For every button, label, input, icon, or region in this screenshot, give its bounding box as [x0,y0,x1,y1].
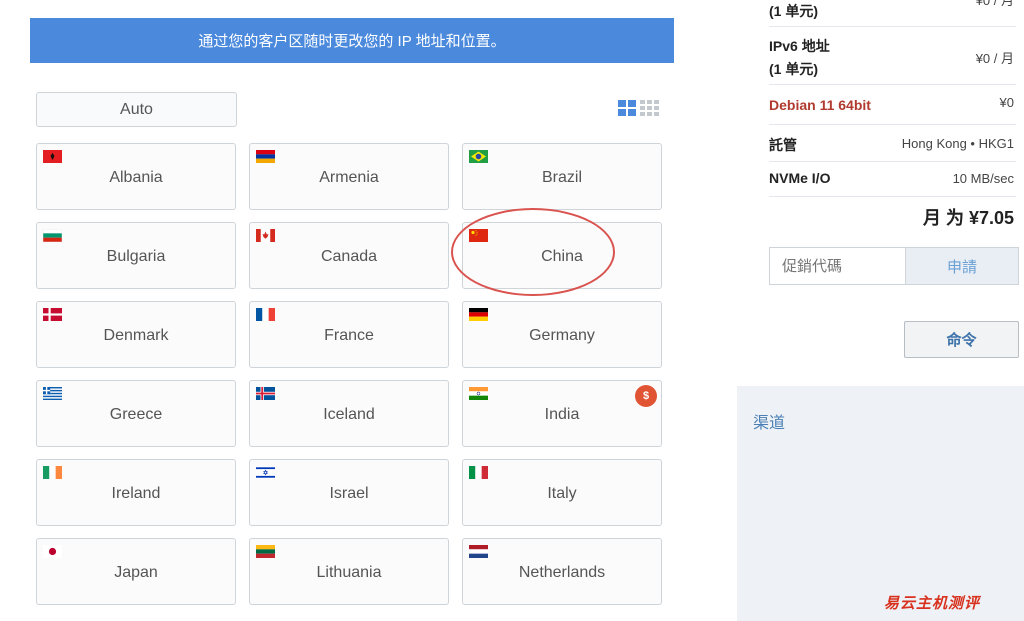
japan-flag-icon [43,545,62,558]
ireland-flag-icon [43,466,62,479]
country-card-germany[interactable]: Germany [462,301,662,368]
summary-row-nvme: NVMe I/O 10 MB/sec [769,162,1016,197]
country-name: Netherlands [518,563,606,581]
promo-code-input[interactable] [769,247,905,285]
country-name: Japan [114,563,158,581]
italy-flag-icon [469,466,488,479]
country-name: Brazil [541,168,582,186]
summary-row-value: Hong Kong • HKG1 [901,136,1014,151]
country-card-greece[interactable]: Greece [36,380,236,447]
summary-row-value: ¥0 [999,95,1014,110]
summary-row-value: 10 MB/sec [952,171,1014,186]
country-name: India [544,405,580,423]
summary-row-label: (1 单元) [769,61,818,77]
large-grid-icon[interactable] [618,100,636,116]
country-name: Ireland [111,484,161,502]
summary-row-value: ¥0 / 月 [975,0,1014,8]
summary-row-ipv6: IPv6 地址 (1 单元) ¥0 / 月 [769,27,1016,85]
summary-row-location: 託管 Hong Kong • HKG1 [769,125,1016,162]
greece-flag-icon [43,387,62,400]
country-card-netherlands[interactable]: Netherlands [462,538,662,605]
country-name: Germany [529,326,595,344]
canada-flag-icon [256,229,275,242]
view-toggle[interactable] [618,100,659,116]
country-grid: Albania Armenia Brazil Bulgaria Canada C… [36,143,662,605]
france-flag-icon [256,308,275,321]
order-button[interactable]: 命令 [904,321,1019,358]
summary-row-label: 託管 [769,137,797,153]
country-name: Lithuania [316,563,382,581]
bulgaria-flag-icon [43,229,62,242]
israel-flag-icon [256,466,275,479]
germany-flag-icon [469,308,488,321]
premium-badge-icon: $ [635,385,657,407]
summary-row-ipv4: (1 单元) ¥0 / 月 [769,0,1016,27]
lithuania-flag-icon [256,545,275,558]
iceland-flag-icon [256,387,275,400]
country-card-china[interactable]: China [462,222,662,289]
country-card-iceland[interactable]: Iceland [249,380,449,447]
country-name: Armenia [319,168,379,186]
country-card-france[interactable]: France [249,301,449,368]
country-card-italy[interactable]: Italy [462,459,662,526]
info-banner: 通过您的客户区随时更改您的 IP 地址和位置。 [30,18,674,63]
country-card-lithuania[interactable]: Lithuania [249,538,449,605]
country-name: Iceland [323,405,375,423]
country-name: France [324,326,374,344]
netherlands-flag-icon [469,545,488,558]
country-name: Denmark [103,326,169,344]
country-card-armenia[interactable]: Armenia [249,143,449,210]
summary-row-label: (1 单元) [769,3,818,19]
armenia-flag-icon [256,150,275,163]
country-card-japan[interactable]: Japan [36,538,236,605]
country-card-denmark[interactable]: Denmark [36,301,236,368]
country-card-canada[interactable]: Canada [249,222,449,289]
summary-row-os: Debian 11 64bit ¥0 [769,85,1016,125]
summary-row-label: IPv6 地址 [769,38,830,54]
small-grid-icon[interactable] [640,100,659,116]
india-flag-icon [469,387,488,400]
country-name: Bulgaria [106,247,166,265]
monthly-total: 月 为 ¥7.05 [922,208,1014,228]
country-card-brazil[interactable]: Brazil [462,143,662,210]
country-card-albania[interactable]: Albania [36,143,236,210]
country-name: Israel [329,484,369,502]
channel-link[interactable]: 渠道 [753,409,785,433]
os-label: Debian 11 64bit [769,97,871,113]
country-name: Greece [109,405,163,423]
country-card-bulgaria[interactable]: Bulgaria [36,222,236,289]
watermark-text: 易云主机测评 [884,594,981,612]
albania-flag-icon [43,150,62,163]
apply-promo-button[interactable]: 申請 [905,247,1019,285]
auto-location-button[interactable]: Auto [36,92,237,127]
country-card-ireland[interactable]: Ireland [36,459,236,526]
country-card-israel[interactable]: Israel [249,459,449,526]
denmark-flag-icon [43,308,62,321]
summary-row-label: NVMe I/O [769,170,831,186]
summary-row-value: ¥0 / 月 [975,51,1014,66]
country-name: China [541,247,583,265]
country-name: Canada [320,247,378,265]
brazil-flag-icon [469,150,488,163]
country-card-india[interactable]: India $ [462,380,662,447]
china-flag-icon [469,229,488,242]
country-name: Italy [547,484,577,502]
country-name: Albania [109,168,163,186]
